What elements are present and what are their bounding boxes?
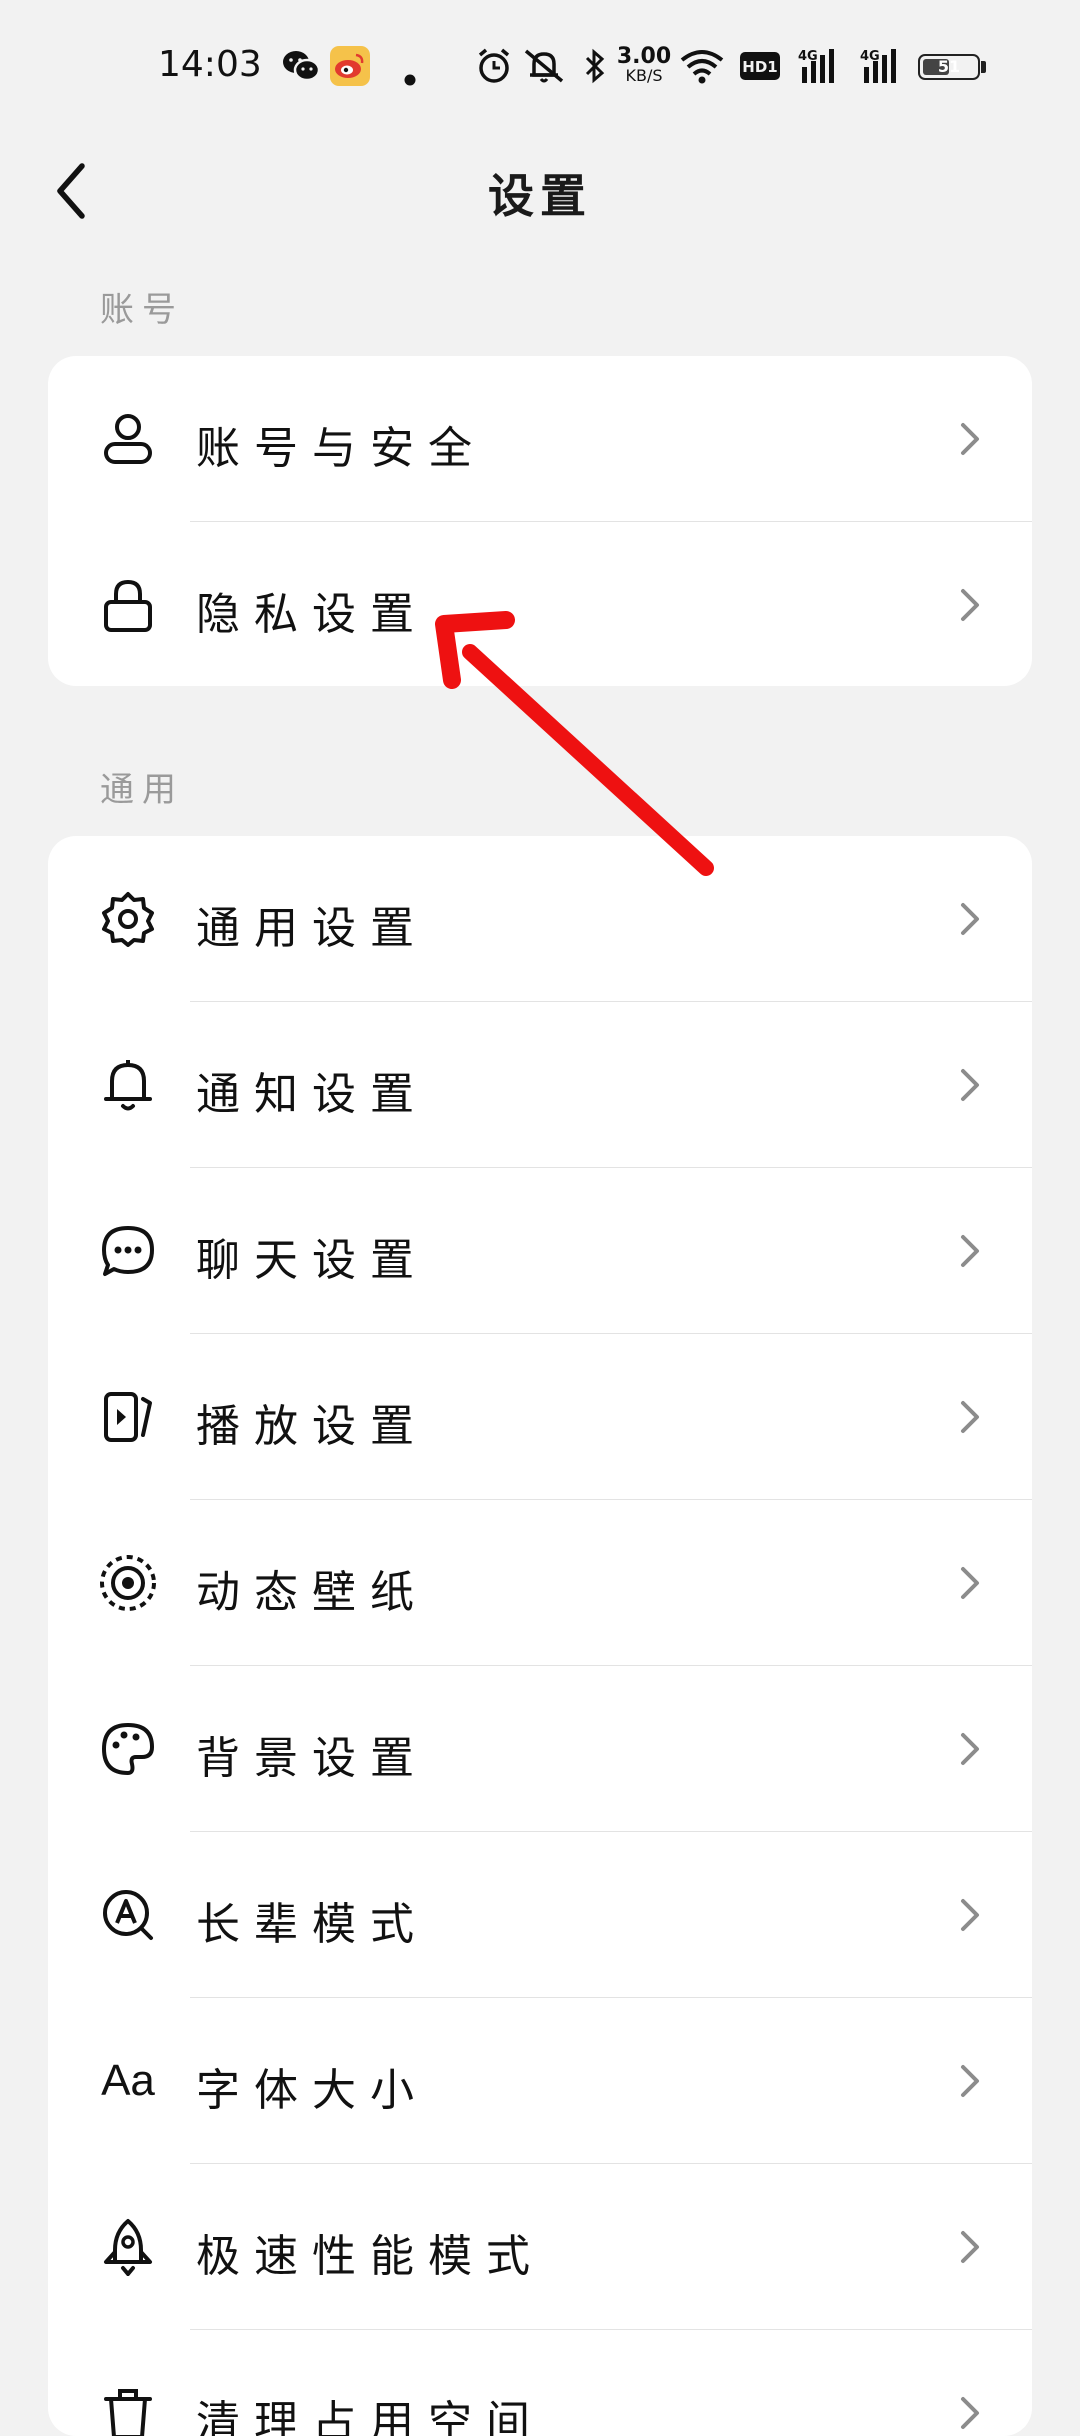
chevron-right-icon [961, 1733, 979, 1765]
settings-item-playback[interactable]: 播放设置 [48, 1334, 1032, 1500]
account-card: 账号与安全 隐私设置 [48, 356, 1032, 686]
settings-item-chat[interactable]: 聊天设置 [48, 1168, 1032, 1334]
rocket-icon [98, 2217, 158, 2277]
page-title: 设置 [488, 169, 592, 223]
top-bar: 设置 [0, 140, 1080, 240]
chevron-right-icon [961, 1235, 979, 1267]
settings-item-label: 播放设置 [196, 1401, 428, 1452]
section-label-account: 账号 [100, 290, 184, 330]
chevron-right-icon [961, 2231, 979, 2263]
chevron-right-icon [961, 589, 979, 621]
palette-icon [98, 1719, 158, 1779]
signal-icon: 4G [860, 46, 908, 86]
chevron-right-icon [961, 1899, 979, 1931]
play-icon [98, 1387, 158, 1447]
bell-icon [98, 1055, 158, 1115]
settings-item-label: 极速性能模式 [196, 2231, 544, 2282]
dot-icon [404, 60, 416, 100]
chevron-right-icon [961, 1567, 979, 1599]
settings-item-general[interactable]: 通用设置 [48, 836, 1032, 1002]
chevron-right-icon [961, 903, 979, 935]
elder-mode-icon [98, 1885, 158, 1945]
font-size-icon: Aa [101, 2056, 155, 2105]
settings-item-clear-storage[interactable]: 清理占用空间 [48, 2330, 1032, 2436]
settings-item-dynamic-wallpaper[interactable]: 动态壁纸 [48, 1500, 1032, 1666]
user-icon [98, 409, 158, 469]
chevron-right-icon [961, 2065, 979, 2097]
svg-text:HD1: HD1 [742, 58, 777, 76]
settings-item-notifications[interactable]: 通知设置 [48, 1002, 1032, 1168]
weibo-icon [330, 46, 370, 86]
status-time: 14:03 [158, 44, 262, 85]
general-card: 通用设置 通知设置 聊天设置 播放设置 动态壁纸 背景设置 长辈模式 Aa 字体… [48, 836, 1032, 2436]
settings-item-label: 清理占用空间 [196, 2397, 544, 2436]
chevron-right-icon [961, 423, 979, 455]
settings-item-label: 背景设置 [196, 1733, 428, 1784]
chat-bubble-icon [98, 1221, 158, 1281]
mute-icon [522, 46, 566, 86]
wifi-icon [680, 46, 724, 86]
signal-icon: 4G [798, 46, 846, 86]
battery-percent: 51 [937, 57, 961, 76]
settings-item-label: 长辈模式 [196, 1899, 428, 1950]
wechat-icon [282, 46, 320, 86]
network-speed: 3.00 KB/S [616, 44, 672, 85]
settings-item-font-size[interactable]: Aa 字体大小 [48, 1998, 1032, 2164]
lock-icon [98, 575, 158, 635]
settings-item-label: 通知设置 [196, 1069, 428, 1120]
dynamic-wallpaper-icon [98, 1553, 158, 1613]
hd-icon: HD1 [740, 46, 780, 86]
gear-icon [98, 889, 158, 949]
settings-item-label: 字体大小 [196, 2065, 428, 2116]
section-label-general: 通用 [100, 770, 184, 810]
status-bar: 14:03 3.00 KB/S HD1 4G 4G 51 [0, 0, 1080, 140]
alarm-icon [476, 46, 512, 86]
settings-item-background[interactable]: 背景设置 [48, 1666, 1032, 1832]
settings-item-label: 聊天设置 [196, 1235, 428, 1286]
battery-tip [981, 61, 986, 73]
settings-item-performance-mode[interactable]: 极速性能模式 [48, 2164, 1032, 2330]
chevron-right-icon [961, 1069, 979, 1101]
settings-item-label: 动态壁纸 [196, 1567, 428, 1618]
trash-icon [98, 2383, 158, 2436]
settings-item-label: 通用设置 [196, 903, 428, 954]
chevron-right-icon [961, 1401, 979, 1433]
settings-item-account-security[interactable]: 账号与安全 [48, 356, 1032, 522]
battery-icon: 51 [918, 54, 980, 80]
settings-item-label: 账号与安全 [196, 423, 486, 474]
settings-item-elder-mode[interactable]: 长辈模式 [48, 1832, 1032, 1998]
bluetooth-icon [584, 46, 606, 86]
settings-item-privacy[interactable]: 隐私设置 [48, 522, 1032, 686]
settings-item-label: 隐私设置 [196, 589, 428, 640]
